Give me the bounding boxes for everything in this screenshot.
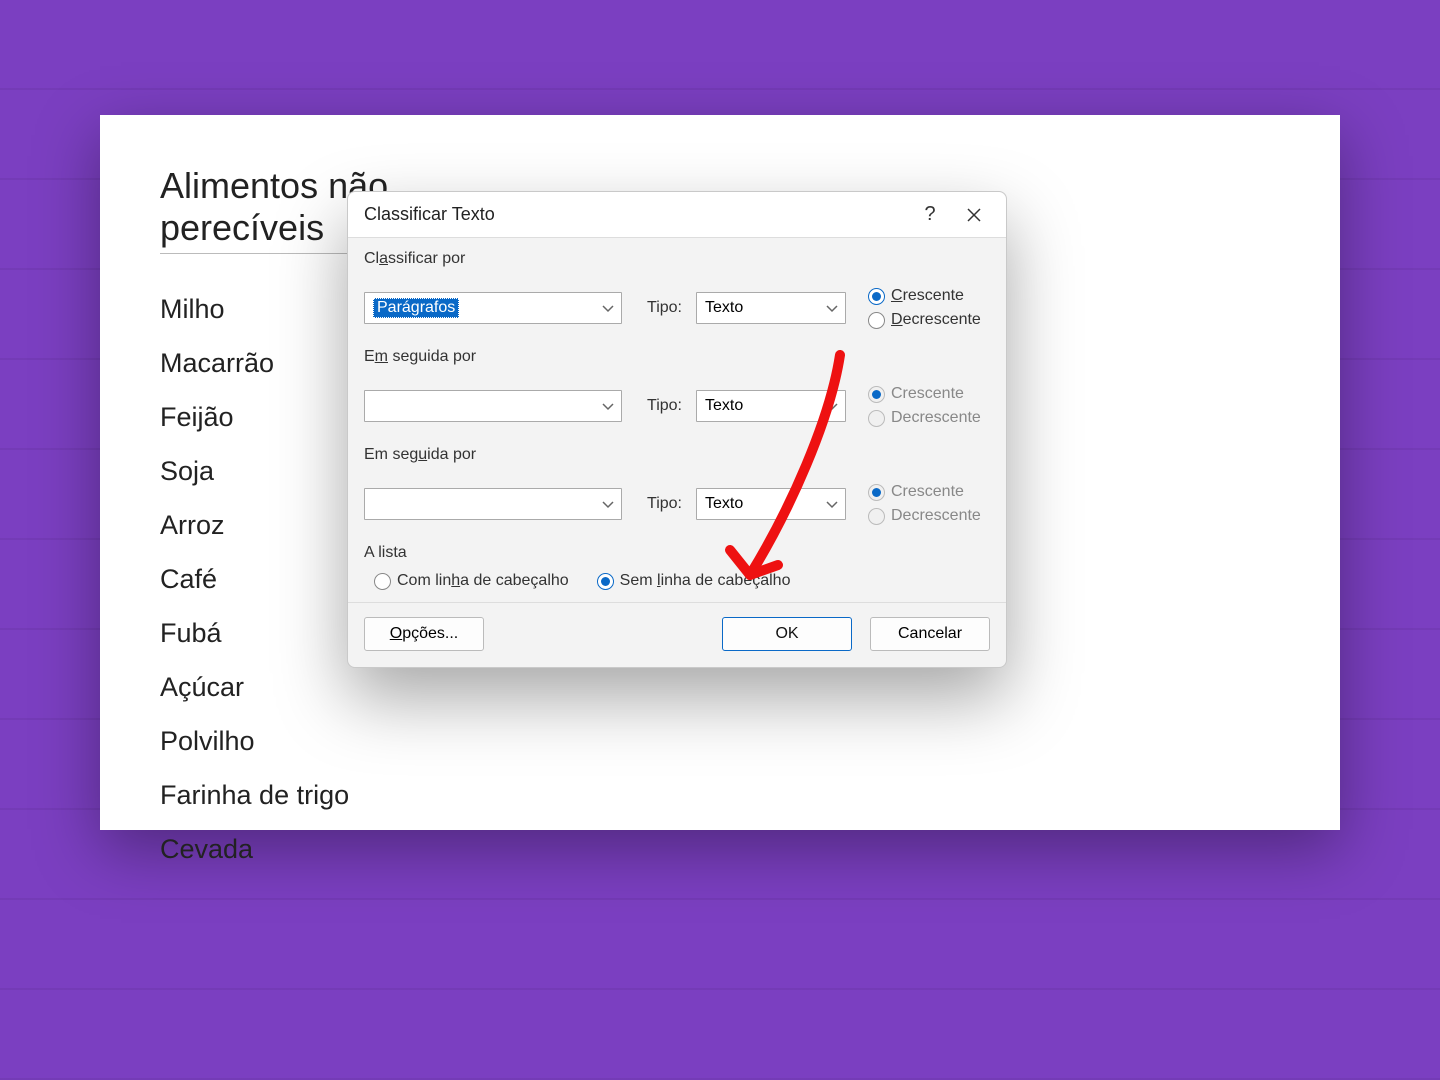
dialog-footer: Opções... OK Cancelar — [348, 602, 1006, 667]
button-label: OK — [775, 625, 798, 643]
list-item: Farinha de trigo — [160, 780, 1280, 811]
combo-value: Texto — [705, 495, 743, 513]
chevron-down-icon — [601, 301, 615, 315]
radio-label: Decrescente — [891, 409, 981, 427]
chevron-down-icon — [825, 301, 839, 315]
options-button[interactable]: Opções... — [364, 617, 484, 651]
combo-value: Parágrafos — [373, 298, 459, 318]
thenby1-field-combo[interactable] — [364, 390, 622, 422]
dialog-title: Classificar Texto — [364, 204, 908, 225]
help-icon: ? — [924, 203, 935, 226]
order-radios-3: Crescente Decrescente — [868, 483, 981, 525]
thenby2-field-combo[interactable] — [364, 488, 622, 520]
sortby-type-combo[interactable]: Texto — [696, 292, 846, 324]
radio-with-header[interactable]: Com linha de cabeçalho — [374, 572, 569, 590]
close-button[interactable] — [952, 195, 996, 235]
cancel-button[interactable]: Cancelar — [870, 617, 990, 651]
radio-icon — [868, 484, 885, 501]
section-label-sortby: Classificar por — [364, 250, 990, 268]
list-item: Polvilho — [160, 726, 1280, 757]
list-section-label: A lista — [364, 544, 990, 562]
radio-icon — [374, 573, 391, 590]
radio-icon — [597, 573, 614, 590]
radio-label: Crescente — [891, 483, 964, 501]
dialog-titlebar: Classificar Texto ? — [348, 192, 1006, 238]
chevron-down-icon — [601, 497, 615, 511]
chevron-down-icon — [601, 399, 615, 413]
radio-ascending-1[interactable]: Crescente — [868, 287, 981, 305]
sort-row-3: Tipo: Texto Crescente Decrescente — [364, 474, 990, 534]
type-label: Tipo: — [636, 495, 682, 513]
radio-descending-3[interactable]: Decrescente — [868, 507, 981, 525]
radio-label: Crescente — [891, 385, 964, 403]
radio-without-header[interactable]: Sem linha de cabeçalho — [597, 572, 791, 590]
order-radios-1: Crescente Decrescente — [868, 287, 981, 329]
radio-icon — [868, 312, 885, 329]
radio-descending-1[interactable]: Decrescente — [868, 311, 981, 329]
dialog-body: Classificar por Parágrafos Tipo: Texto C… — [348, 238, 1006, 598]
list-item: Cevada — [160, 834, 1280, 865]
radio-label: Decrescente — [891, 311, 981, 329]
radio-label: Crescente — [891, 287, 964, 305]
radio-ascending-3[interactable]: Crescente — [868, 483, 981, 501]
chevron-down-icon — [825, 497, 839, 511]
sortby-field-combo[interactable]: Parágrafos — [364, 292, 622, 324]
radio-icon — [868, 508, 885, 525]
chevron-down-icon — [825, 399, 839, 413]
radio-label: Sem linha de cabeçalho — [620, 572, 791, 590]
sort-text-dialog: Classificar Texto ? Classificar por Pará… — [347, 191, 1007, 668]
sort-row-2: Tipo: Texto Crescente Decrescente — [364, 376, 990, 436]
ok-button[interactable]: OK — [722, 617, 852, 651]
list-item: Açúcar — [160, 672, 1280, 703]
thenby2-type-combo[interactable]: Texto — [696, 488, 846, 520]
radio-icon — [868, 410, 885, 427]
radio-icon — [868, 288, 885, 305]
thenby1-type-combo[interactable]: Texto — [696, 390, 846, 422]
close-icon — [967, 208, 981, 222]
type-label: Tipo: — [636, 299, 682, 317]
help-button[interactable]: ? — [908, 195, 952, 235]
radio-label: Com linha de cabeçalho — [397, 572, 569, 590]
radio-label: Decrescente — [891, 507, 981, 525]
radio-ascending-2[interactable]: Crescente — [868, 385, 981, 403]
section-label-then1: Em seguida por — [364, 348, 990, 366]
combo-value: Texto — [705, 397, 743, 415]
list-header-radios: Com linha de cabeçalho Sem linha de cabe… — [374, 572, 990, 590]
section-label-then2: Em seguida por — [364, 446, 990, 464]
order-radios-2: Crescente Decrescente — [868, 385, 981, 427]
radio-descending-2[interactable]: Decrescente — [868, 409, 981, 427]
combo-value: Texto — [705, 299, 743, 317]
sort-row-1: Parágrafos Tipo: Texto Crescente Decresc… — [364, 278, 990, 338]
button-label: Cancelar — [898, 625, 962, 643]
radio-icon — [868, 386, 885, 403]
list-header-section: A lista Com linha de cabeçalho Sem linha… — [364, 544, 990, 590]
button-label: Opções... — [390, 625, 458, 643]
type-label: Tipo: — [636, 397, 682, 415]
